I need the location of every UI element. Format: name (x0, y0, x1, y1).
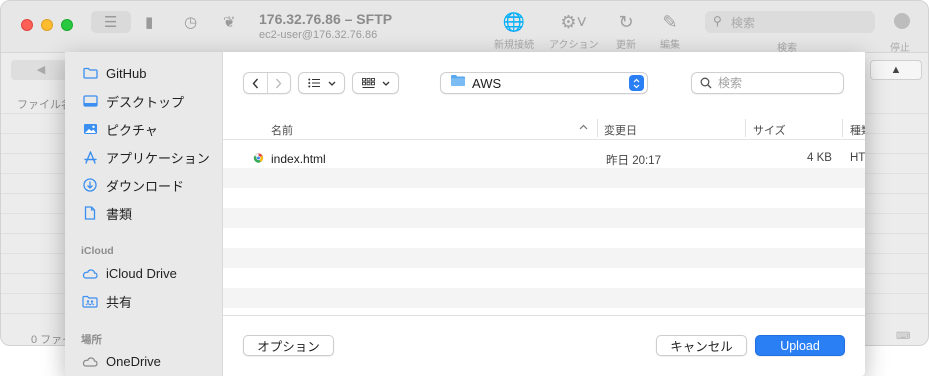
list-view-icon (307, 78, 320, 88)
file-row[interactable]: index.html 昨日 20:17 4 KB HTML (223, 148, 865, 168)
shared-folder-icon (81, 295, 99, 308)
chevron-down-icon (328, 81, 335, 86)
stop-button[interactable] (894, 13, 910, 29)
chevron-down-icon (382, 81, 389, 86)
chevron-right-icon (276, 78, 282, 88)
back-button[interactable] (244, 73, 267, 93)
sidebar-section-places: 場所 (81, 334, 102, 346)
window-titlebar: ☰ ▮ ◷ ❦ 176.32.76.86 – SFTP ec2-user@176… (1, 1, 928, 54)
sidebar-item-icloud-drive[interactable]: iCloud Drive (81, 262, 177, 284)
desktop-icon (81, 95, 99, 107)
empty-row (223, 208, 865, 228)
footer-divider (223, 315, 865, 316)
bonjour-icon[interactable]: ❦ (223, 13, 236, 31)
column-header-name[interactable]: 名前 (271, 122, 293, 138)
file-size: 4 KB (807, 152, 832, 164)
history-icon[interactable]: ◷ (184, 13, 197, 31)
dialog-sidebar: GitHub デスクトップ ピクチャ アプリケーション ダウンロード 書類 iC… (65, 52, 223, 376)
empty-row (223, 228, 865, 248)
empty-row (223, 248, 865, 268)
toolbar-action[interactable]: ⚙˅ アクション (549, 11, 599, 51)
bookmark-icon[interactable]: ▮ (145, 13, 153, 31)
toolbar-refresh[interactable]: ↻ 更新 (616, 11, 636, 51)
grid-view-icon (361, 77, 375, 88)
sidebar-item-downloads[interactable]: ダウンロード (81, 174, 184, 196)
sidebar-toggle-icon: ☰ (104, 14, 118, 31)
minimize-window-button[interactable] (41, 19, 53, 31)
forward-button[interactable] (267, 73, 290, 93)
chevron-left-icon (252, 78, 258, 88)
empty-row (223, 168, 865, 188)
parent-folder-button[interactable]: ▲ (870, 60, 922, 80)
upload-dialog: GitHub デスクトップ ピクチャ アプリケーション ダウンロード 書類 iC… (65, 52, 865, 376)
empty-row (223, 268, 865, 288)
search-icon: ⚲ (713, 14, 722, 28)
dialog-browser: AWS 名前 変更日 サイズ 種類 (223, 52, 865, 376)
file-list: index.html 昨日 20:17 4 KB HTML (223, 140, 865, 316)
window-search-field[interactable]: ⚲ 検索 (705, 11, 875, 33)
sidebar-item-pictures[interactable]: ピクチャ (81, 118, 158, 140)
dialog-search-field[interactable] (691, 72, 844, 94)
search-input[interactable] (718, 76, 828, 90)
cancel-button[interactable]: キャンセル (656, 335, 747, 356)
location-popup[interactable]: AWS (440, 72, 648, 94)
file-table-header: 名前 変更日 サイズ 種類 (223, 116, 865, 140)
folder-icon (450, 74, 466, 92)
document-icon (81, 206, 99, 220)
empty-row (223, 188, 865, 208)
sidebar-item-desktop[interactable]: デスクトップ (81, 90, 184, 112)
sidebar-item-onedrive[interactable]: OneDrive (81, 350, 161, 372)
current-folder-name: AWS (472, 75, 502, 91)
html-file-icon (253, 152, 264, 167)
upload-button[interactable]: Upload (755, 335, 845, 356)
file-name: index.html (271, 152, 326, 166)
download-icon (81, 178, 99, 192)
cloud-icon (81, 268, 99, 279)
folder-icon (81, 67, 99, 79)
column-header-modified[interactable]: 変更日 (604, 122, 637, 138)
sidebar-section-icloud: iCloud (81, 245, 114, 257)
sidebar-item-documents[interactable]: 書類 (81, 202, 132, 224)
cloud-icon (81, 356, 99, 367)
filename-column-header[interactable]: ファイル名 (17, 96, 72, 112)
column-header-size[interactable]: サイズ (753, 122, 786, 138)
globe-plus-icon: 🌐 (502, 12, 526, 32)
pencil-icon: ✎ (662, 12, 678, 32)
sidebar-item-applications[interactable]: アプリケーション (81, 146, 210, 168)
file-modified: 昨日 20:17 (606, 155, 661, 167)
photo-icon (81, 123, 99, 135)
applications-icon (81, 150, 99, 164)
back-button[interactable]: ◀ (11, 60, 71, 80)
group-view-selector[interactable] (352, 72, 399, 94)
sidebar-item-shared[interactable]: 共有 (81, 290, 132, 312)
stop-label: 停止 (890, 43, 910, 54)
refresh-icon: ↻ (618, 12, 634, 32)
close-window-button[interactable] (21, 19, 33, 31)
sort-ascending-icon[interactable] (579, 121, 588, 133)
popup-stepper-icon (629, 75, 644, 91)
column-header-kind[interactable]: 種類 (850, 122, 865, 138)
list-view-selector[interactable] (298, 72, 345, 94)
search-icon (700, 77, 712, 89)
toolbar-edit[interactable]: ✎ 編集 (660, 11, 680, 51)
lock-icon: ⌨ (896, 331, 911, 342)
window-subtitle: ec2-user@176.32.76.86 (259, 29, 378, 41)
toolbar-new-connection[interactable]: 🌐 新規接続 (494, 11, 534, 51)
gear-icon: ⚙˅ (560, 12, 588, 32)
empty-row (223, 288, 865, 308)
maximize-window-button[interactable] (61, 19, 73, 31)
file-kind: HTML (850, 152, 865, 164)
options-button[interactable]: オプション (243, 335, 334, 356)
window-title: 176.32.76.86 – SFTP (259, 11, 393, 27)
back-forward-control (243, 72, 291, 94)
sidebar-item-github[interactable]: GitHub (81, 62, 146, 84)
